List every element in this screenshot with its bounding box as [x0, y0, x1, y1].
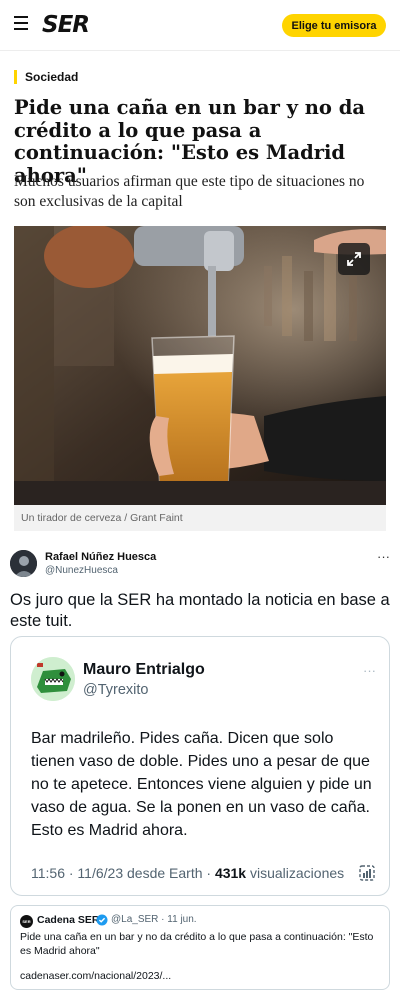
- photo-caption: Un tirador de cerveza / Grant Faint: [14, 505, 386, 531]
- quoted-author-handle[interactable]: @Tyrexito: [83, 682, 148, 698]
- hamburger-icon[interactable]: [14, 16, 28, 30]
- link-author-name[interactable]: Cadena SER: [37, 914, 99, 926]
- link-card-text: Pide una caña en un bar y no da crédito …: [20, 931, 374, 957]
- link-preview-card[interactable]: SER Cadena SER @La_SER · 11 jun. Pide un…: [10, 905, 390, 990]
- avatar[interactable]: SER: [20, 915, 33, 928]
- quoted-tweet-meta: 11:56 · 11/6/23 desde Earth · 431k visua…: [31, 865, 344, 881]
- quoted-author-name[interactable]: Mauro Entrialgo: [83, 661, 205, 679]
- article-subhead: Muchos usuarios afirman que este tipo de…: [14, 173, 365, 210]
- avatar[interactable]: [31, 657, 75, 701]
- quoted-tweet-text: Bar madrileño. Pides caña. Dicen que sol…: [31, 730, 372, 839]
- section-tag[interactable]: Sociedad: [14, 70, 78, 84]
- verified-icon: [96, 914, 108, 926]
- beer-tap-illustration: [14, 226, 386, 505]
- expand-icon[interactable]: [338, 243, 370, 275]
- link-author-handle[interactable]: @La_SER · 11 jun.: [111, 914, 197, 925]
- more-icon[interactable]: ···: [363, 663, 376, 678]
- views-label: visualizaciones: [246, 865, 345, 881]
- tweet-author-name[interactable]: Rafael Núñez Huesca: [45, 551, 156, 563]
- article-photo[interactable]: [14, 226, 386, 505]
- timestamp[interactable]: 11:56 · 11/6/23 desde Earth ·: [31, 865, 215, 881]
- top-bar: SER Elige tu emisora: [0, 0, 400, 50]
- tweet-author-handle[interactable]: @NunezHuesca: [45, 565, 118, 576]
- choose-station-button[interactable]: Elige tu emisora: [282, 14, 386, 37]
- divider: [0, 50, 400, 51]
- tweet-text: Os juro que la SER ha montado la noticia…: [10, 591, 390, 630]
- quoted-tweet-card[interactable]: Mauro Entrialgo @Tyrexito ··· Bar madril…: [10, 636, 390, 896]
- views-count: 431k: [214, 865, 247, 881]
- avatar[interactable]: [10, 550, 37, 577]
- stats-icon[interactable]: [358, 864, 376, 882]
- link-url[interactable]: cadenaser.com/nacional/2023/...: [20, 970, 171, 982]
- more-icon[interactable]: ···: [377, 549, 390, 564]
- logo[interactable]: SER: [42, 12, 90, 38]
